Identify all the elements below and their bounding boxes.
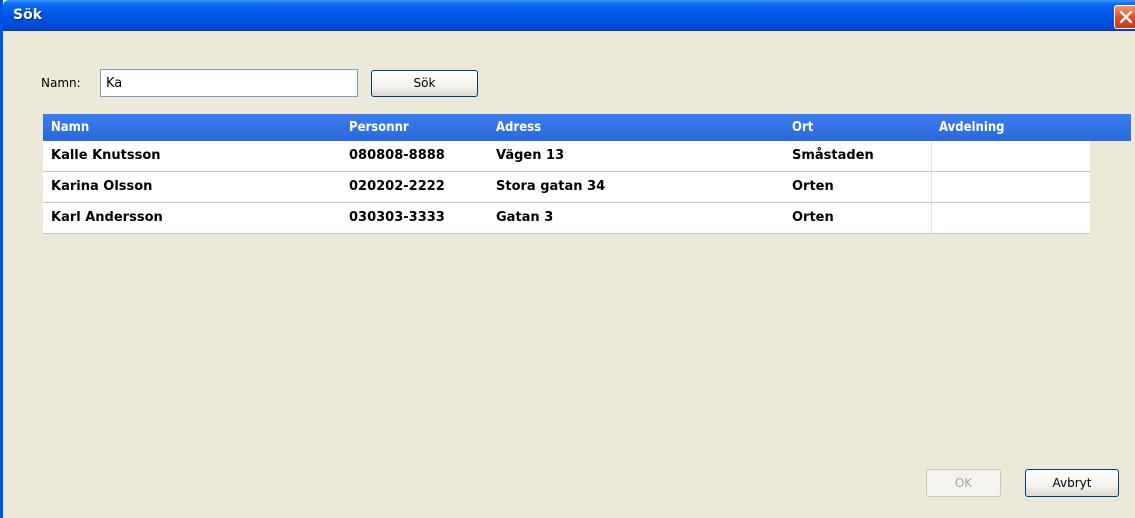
cell-personnr: 080808-8888 — [349, 148, 445, 163]
column-header-adress[interactable]: Adress — [488, 114, 784, 141]
cell-personnr: 030303-3333 — [349, 210, 445, 225]
cell-avdelning — [931, 172, 1090, 202]
cell-avdelning — [931, 203, 1090, 233]
table-row[interactable]: Kalle Knutsson 080808-8888 Vägen 13 Smås… — [43, 141, 1090, 172]
column-header-ort[interactable]: Ort — [784, 114, 931, 141]
cell-namn: Karina Olsson — [51, 179, 153, 194]
window-title: Sök — [13, 7, 43, 23]
ok-button[interactable]: OK — [926, 469, 1001, 497]
column-header-avdelning[interactable]: Avdelning — [931, 114, 1090, 141]
cell-ort: Småstaden — [792, 148, 874, 163]
cell-avdelning — [931, 141, 1090, 171]
table-row[interactable]: Karina Olsson 020202-2222 Stora gatan 34… — [43, 172, 1090, 203]
results-table: Namn Personnr Adress Ort Avdelning Kalle… — [43, 114, 1131, 234]
cell-adress: Gatan 3 — [496, 210, 554, 225]
cell-ort: Orten — [792, 179, 834, 194]
search-button-label: Sök — [413, 76, 436, 90]
cell-ort: Orten — [792, 210, 834, 225]
close-button[interactable] — [1114, 5, 1135, 29]
cancel-button[interactable]: Avbryt — [1025, 469, 1119, 497]
column-header-namn[interactable]: Namn — [43, 114, 341, 141]
table-header: Namn Personnr Adress Ort Avdelning — [43, 114, 1131, 141]
close-icon — [1119, 10, 1133, 24]
cell-personnr: 020202-2222 — [349, 179, 445, 194]
table-row[interactable]: Karl Andersson 030303-3333 Gatan 3 Orten — [43, 203, 1090, 234]
cell-namn: Kalle Knutsson — [51, 148, 161, 163]
column-header-personnr[interactable]: Personnr — [341, 114, 488, 141]
name-search-input[interactable] — [100, 69, 358, 97]
name-label: Namn: — [41, 76, 81, 90]
search-dialog: Sök Namn: Sök Namn Personnr Adress Ort A… — [0, 0, 1135, 518]
title-bar[interactable]: Sök — [3, 0, 1135, 31]
cell-namn: Karl Andersson — [51, 210, 163, 225]
cell-adress: Stora gatan 34 — [496, 179, 606, 194]
cell-adress: Vägen 13 — [496, 148, 565, 163]
search-button[interactable]: Sök — [371, 70, 478, 97]
